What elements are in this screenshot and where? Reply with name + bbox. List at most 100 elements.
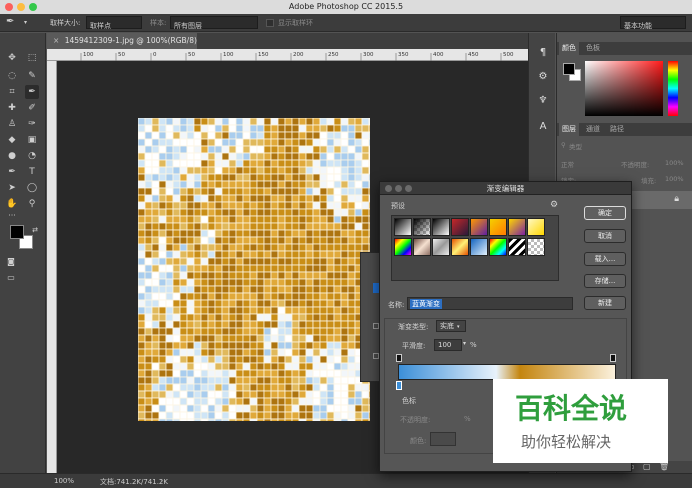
crop-tool-icon[interactable]: ⌗ <box>5 85 19 99</box>
ok-button[interactable]: 确定 <box>584 206 626 220</box>
tool-presets-panel-icon[interactable]: ♆ <box>535 93 551 109</box>
save-button[interactable]: 存储... <box>584 274 626 288</box>
tab-paths[interactable]: 路径 <box>607 123 627 136</box>
mosaic-tile <box>298 180 307 189</box>
tab-swatches[interactable]: 色板 <box>583 42 603 55</box>
minimize-window-button[interactable] <box>17 3 25 11</box>
preset-swatch[interactable] <box>470 238 488 256</box>
more-tools-icon[interactable]: ··· <box>5 209 19 223</box>
preset-swatch[interactable] <box>527 218 545 236</box>
new-layer-icon[interactable]: ▢ <box>643 462 651 471</box>
close-window-button[interactable] <box>5 3 13 11</box>
preset-swatch[interactable] <box>451 238 469 256</box>
tab-layers[interactable]: 图层 <box>559 123 579 136</box>
healing-brush-tool-icon[interactable]: ✚ <box>5 101 19 115</box>
tab-channels[interactable]: 通道 <box>583 123 603 136</box>
move-tool-icon[interactable]: ✥ <box>5 51 19 65</box>
color-panel-foreground-swatch[interactable] <box>563 63 575 75</box>
workspace-select[interactable]: 基本功能 <box>620 16 686 30</box>
zoom-level[interactable]: 100% <box>54 477 74 485</box>
quick-mask-icon[interactable]: ◙ <box>4 255 18 269</box>
document-info[interactable]: 文档:741.2K/741.2K <box>100 477 168 487</box>
opacity-stop-left[interactable] <box>396 354 402 362</box>
quick-select-tool-icon[interactable]: ✎ <box>25 69 39 83</box>
mosaic-tile <box>151 299 160 308</box>
opacity-stop-right[interactable] <box>610 354 616 362</box>
preset-swatch[interactable] <box>432 218 450 236</box>
path-select-tool-icon[interactable]: ➤ <box>5 181 19 195</box>
gradient-preview-bar[interactable] <box>398 364 616 380</box>
show-ring-checkbox[interactable] <box>266 19 274 27</box>
eyedropper-icon[interactable]: ✒ <box>6 16 14 28</box>
close-tab-icon[interactable]: × <box>53 36 59 45</box>
preset-swatch[interactable] <box>489 238 507 256</box>
hue-slider[interactable] <box>668 61 678 116</box>
sample-size-select[interactable]: 取样点 <box>86 16 142 30</box>
type-tool-icon[interactable]: T <box>25 165 39 179</box>
swap-colors-icon[interactable]: ⇄ <box>28 223 42 237</box>
preset-swatch[interactable] <box>451 218 469 236</box>
mosaic-tile <box>291 278 300 287</box>
layer-filter-row[interactable]: ⚲ 类型 <box>557 141 692 153</box>
dodge-tool-icon[interactable]: ◔ <box>25 149 39 163</box>
brush-tool-icon[interactable]: ✐ <box>25 101 39 115</box>
preset-swatch[interactable] <box>413 238 431 256</box>
dialog-close-button[interactable] <box>385 185 392 192</box>
color-picker-field[interactable] <box>585 61 663 116</box>
eyedropper-tool-icon[interactable]: ✒ <box>25 85 39 99</box>
preset-swatch[interactable] <box>508 238 526 256</box>
mosaic-tile <box>298 292 307 301</box>
stop-color-swatch[interactable] <box>430 432 456 446</box>
marquee-tool-icon[interactable]: ⬚ <box>25 51 39 65</box>
preset-swatch[interactable] <box>394 218 412 236</box>
pen-tool-icon[interactable]: ✒ <box>5 165 19 179</box>
adjustments-panel-icon[interactable]: ⚙ <box>535 69 551 85</box>
eraser-tool-icon[interactable]: ◆ <box>5 133 19 147</box>
foreground-color-swatch[interactable] <box>10 225 24 239</box>
document-image[interactable] <box>138 118 370 421</box>
mosaic-tile <box>277 334 286 343</box>
mosaic-tile <box>333 278 342 287</box>
zoom-window-button[interactable] <box>29 3 37 11</box>
load-button[interactable]: 载入... <box>584 252 626 266</box>
name-field[interactable]: 蓝黄渐变 <box>407 297 573 310</box>
color-stop-left[interactable] <box>396 381 402 390</box>
ellipse-tool-icon[interactable]: ◯ <box>25 181 39 195</box>
cancel-button[interactable]: 取消 <box>584 229 626 243</box>
layer-fill-value[interactable]: 100% <box>665 175 684 183</box>
preset-swatch[interactable] <box>527 238 545 256</box>
layer-opacity-value[interactable]: 100% <box>665 159 684 167</box>
smoothness-chevron-icon[interactable]: ▾ <box>463 340 466 347</box>
status-chevron-icon[interactable]: › <box>160 477 163 485</box>
preset-swatch[interactable] <box>413 218 431 236</box>
mosaic-tile <box>305 124 314 133</box>
sample-select[interactable]: 所有图层 <box>170 16 258 30</box>
delete-layer-icon[interactable]: 🗑︎ <box>659 462 669 471</box>
lasso-tool-icon[interactable]: ◌ <box>5 69 19 83</box>
zoom-tool-icon[interactable]: ⚲ <box>25 197 39 211</box>
history-brush-tool-icon[interactable]: ✑ <box>25 117 39 131</box>
preset-swatch[interactable] <box>489 218 507 236</box>
preset-swatch[interactable] <box>432 238 450 256</box>
smoothness-field[interactable]: 100 <box>434 339 462 351</box>
document-tab[interactable]: × 1459412309-1.jpg @ 100%(RGB/8) * <box>47 33 203 49</box>
dialog-zoom-button[interactable] <box>405 185 412 192</box>
clone-stamp-tool-icon[interactable]: ♙ <box>5 117 19 131</box>
blur-tool-icon[interactable]: ● <box>5 149 19 163</box>
blend-mode-select[interactable]: 正常 <box>561 159 574 169</box>
new-button[interactable]: 新建 <box>584 296 626 310</box>
paragraph-panel-icon[interactable]: ¶ <box>535 45 551 61</box>
preset-swatch[interactable] <box>508 218 526 236</box>
gradient-tool-icon[interactable]: ▣ <box>25 133 39 147</box>
screen-mode-icon[interactable]: ▭ <box>4 271 18 285</box>
preset-swatch[interactable] <box>394 238 412 256</box>
dialog-minimize-button[interactable] <box>395 185 402 192</box>
character-panel-icon[interactable]: A <box>535 119 551 135</box>
mosaic-tile <box>326 131 335 140</box>
tab-color[interactable]: 颜色 <box>559 42 579 55</box>
mosaic-tile <box>165 124 174 133</box>
tool-preset-chevron-icon[interactable]: ▾ <box>24 17 27 29</box>
preset-swatch[interactable] <box>470 218 488 236</box>
presets-gear-icon[interactable]: ⚙ <box>550 200 558 210</box>
gradient-type-select[interactable]: 实底 ▾ <box>436 320 466 332</box>
